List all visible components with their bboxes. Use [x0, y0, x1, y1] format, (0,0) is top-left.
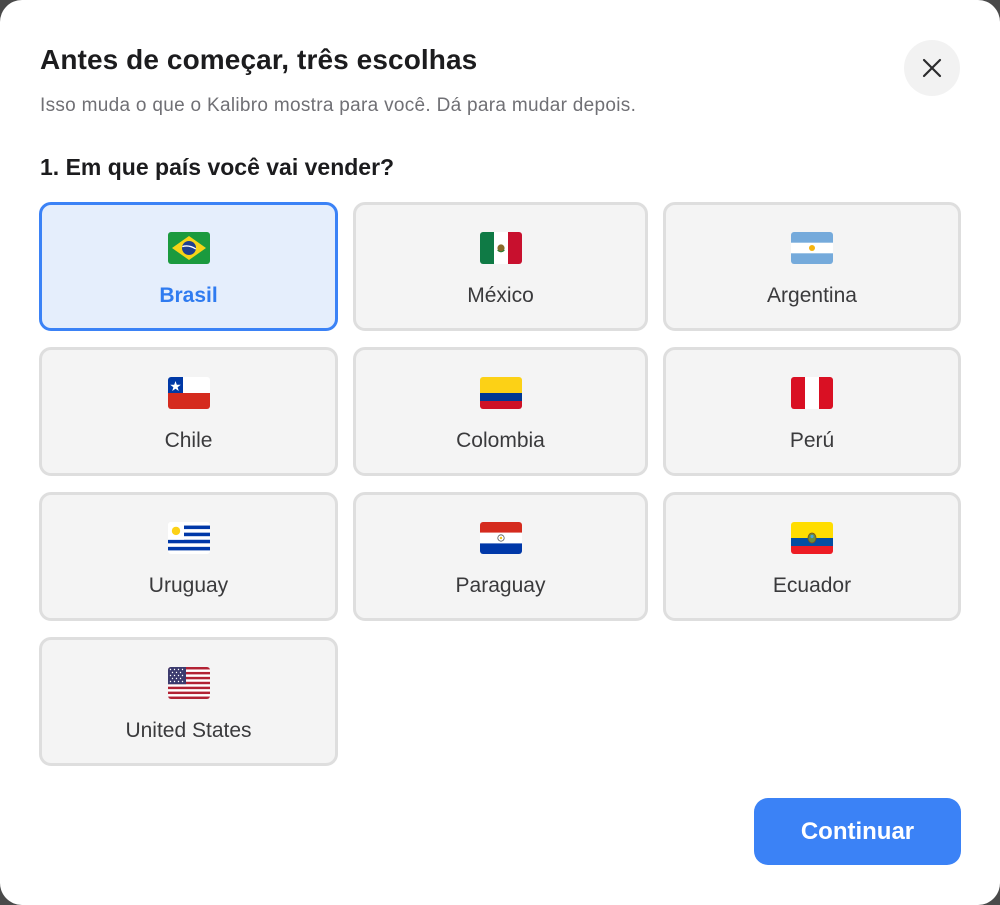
- dialog-subtitle: Isso muda o que o Kalibro mostra para vo…: [40, 95, 637, 116]
- chile-flag-icon: [167, 377, 210, 409]
- onboarding-dialog: Antes de começar, três escolhas Isso mud…: [0, 0, 1000, 905]
- country-label: United States: [125, 719, 252, 742]
- country-grid: Brasil México Argentina Chile Colombia P…: [39, 202, 961, 766]
- country-label: Perú: [789, 429, 835, 452]
- country-label: Uruguay: [148, 574, 229, 597]
- peru-flag-icon: [791, 377, 833, 409]
- brazil-flag-icon: [167, 232, 210, 264]
- country-option-chile[interactable]: Chile: [39, 347, 338, 476]
- colombia-flag-icon: [479, 377, 522, 409]
- country-question: 1. Em que país você vai vender?: [40, 154, 395, 180]
- country-label: Ecuador: [772, 574, 852, 597]
- continue-button[interactable]: Continuar: [754, 798, 961, 865]
- usa-flag-icon: [167, 667, 210, 699]
- argentina-flag-icon: [791, 232, 833, 264]
- country-option-united-states[interactable]: United States: [39, 637, 338, 766]
- uruguay-flag-icon: [167, 522, 210, 554]
- country-label: Chile: [164, 429, 213, 452]
- paraguay-flag-icon: [479, 522, 522, 554]
- country-label: Brasil: [159, 284, 218, 307]
- country-label: Colombia: [456, 429, 545, 452]
- country-option-peru[interactable]: Perú: [663, 347, 961, 476]
- country-option-mexico[interactable]: México: [353, 202, 648, 331]
- country-option-brasil[interactable]: Brasil: [39, 202, 338, 331]
- mexico-flag-icon: [479, 232, 522, 264]
- country-option-paraguay[interactable]: Paraguay: [353, 492, 648, 621]
- country-label: México: [467, 284, 534, 307]
- country-label: Argentina: [767, 284, 857, 307]
- ecuador-flag-icon: [791, 522, 833, 554]
- close-button[interactable]: [904, 40, 960, 96]
- country-option-argentina[interactable]: Argentina: [663, 202, 961, 331]
- country-option-ecuador[interactable]: Ecuador: [663, 492, 961, 621]
- country-option-colombia[interactable]: Colombia: [353, 347, 648, 476]
- dialog-title: Antes de começar, três escolhas: [40, 44, 478, 75]
- country-option-uruguay[interactable]: Uruguay: [39, 492, 338, 621]
- close-icon: [921, 57, 943, 79]
- country-label: Paraguay: [455, 574, 546, 597]
